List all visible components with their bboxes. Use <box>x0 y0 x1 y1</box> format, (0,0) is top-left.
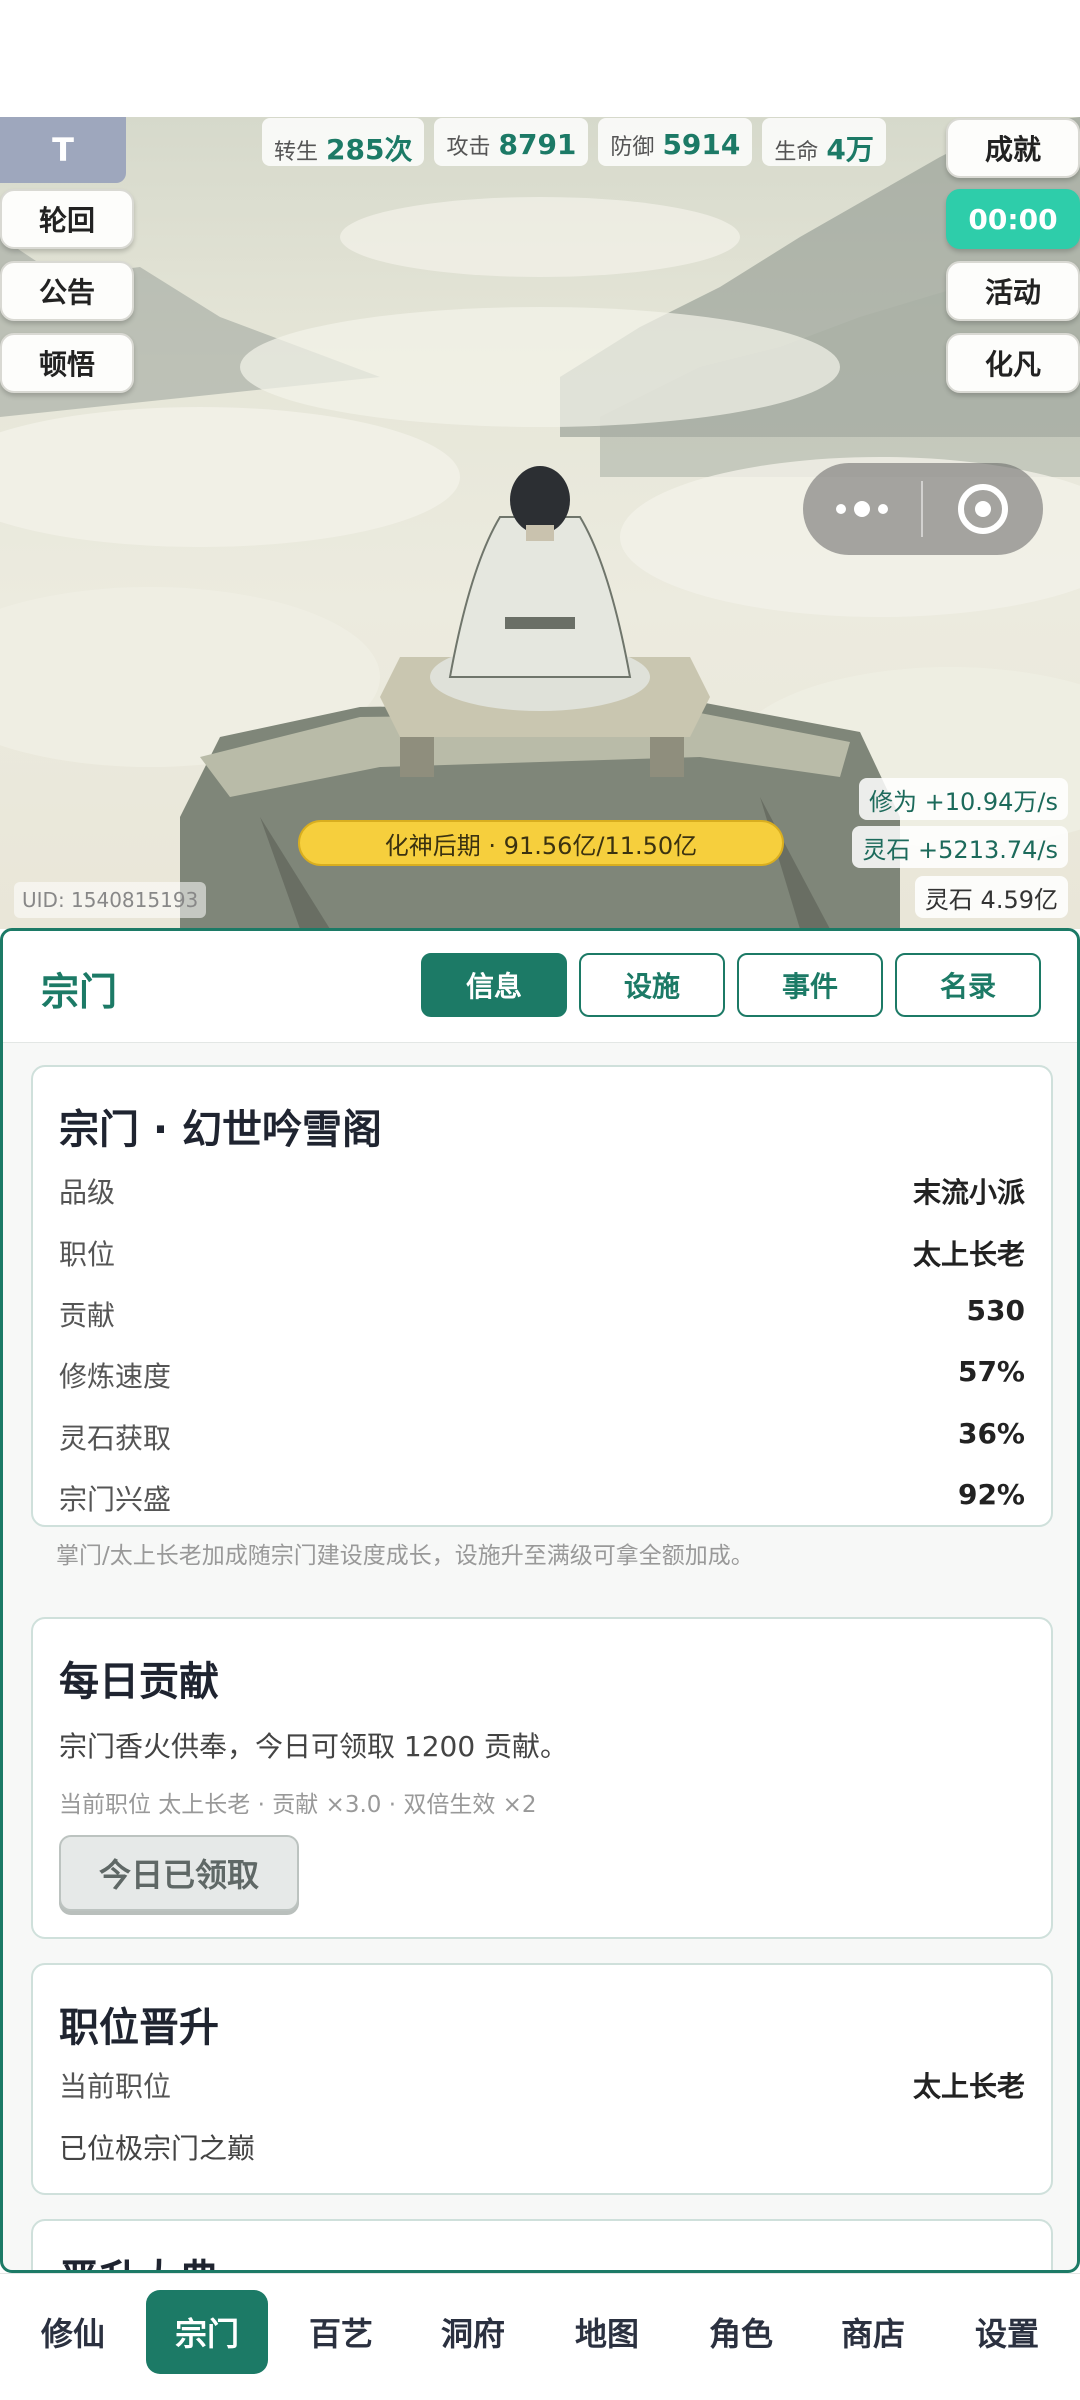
promotion-card: 职位晋升 当前职位 太上长老 已位极宗门之巅 <box>31 1963 1053 2195</box>
ceremony-heading: 晋升大典 <box>59 2247 219 2270</box>
daily-note: 当前职位 太上长老 · 贡献 ×3.0 · 双倍生效 ×2 <box>59 1792 537 1818</box>
panel-title: 宗门 <box>41 970 118 1014</box>
row-value: 太上长老 <box>912 2070 1025 2103</box>
nav-shop[interactable]: 商店 <box>812 2290 934 2374</box>
stat-label: 转生 <box>274 140 319 165</box>
row-key: 当前职位 <box>59 2070 172 2103</box>
tab-events[interactable]: 事件 <box>737 953 883 1017</box>
miniprogram-capsule <box>803 463 1043 555</box>
promotion-status: 已位极宗门之巅 <box>59 2132 256 2165</box>
tab-info[interactable]: 信息 <box>421 953 567 1017</box>
stat-value: 8791 <box>498 128 577 161</box>
sect-name-heading: 宗门 · 幻世吟雪阁 <box>59 1107 383 1153</box>
info-row: 灵石获取 36% <box>59 1417 1025 1457</box>
mortal-button[interactable]: 化凡 <box>946 333 1080 393</box>
nav-cave[interactable]: 洞府 <box>412 2290 534 2374</box>
more-menu-icon[interactable] <box>803 501 921 517</box>
sect-info-card: 宗门 · 幻世吟雪阁 品级 末流小派 职位 太上长老 贡献 530 修炼速度 5… <box>31 1065 1053 1527</box>
activity-button[interactable]: 活动 <box>946 261 1080 321</box>
sect-panel: 宗门 信息 设施 事件 名录 宗门 · 幻世吟雪阁 品级 末流小派 职位 太上长… <box>0 928 1080 2273</box>
info-row: 修炼速度 57% <box>59 1355 1025 1395</box>
row-value: 36% <box>957 1417 1025 1450</box>
stat-hp: 生命 4万 <box>762 118 886 166</box>
promotion-heading: 职位晋升 <box>59 2005 219 2051</box>
t-button[interactable]: T <box>0 117 126 183</box>
claim-button[interactable]: 今日已领取 <box>59 1835 299 1911</box>
stat-label: 攻击 <box>446 135 491 160</box>
row-value: 太上长老 <box>912 1238 1025 1271</box>
realm-progress-bar: 化神后期 · 91.56亿/11.50亿 <box>298 820 784 866</box>
stat-rebirth: 转生 285次 <box>262 118 425 166</box>
panel-tabs: 信息 设施 事件 名录 <box>421 953 1041 1017</box>
nav-map[interactable]: 地图 <box>546 2290 668 2374</box>
row-key: 灵石获取 <box>59 1422 172 1455</box>
ceremony-card: 晋升大典 <box>31 2219 1053 2270</box>
achievement-button[interactable]: 成就 <box>946 118 1080 178</box>
nav-settings[interactable]: 设置 <box>946 2290 1068 2374</box>
daily-description: 宗门香火供奉，今日可领取 1200 贡献。 <box>59 1730 569 1763</box>
info-row: 品级 末流小派 <box>59 1171 1025 1211</box>
sect-bonus-note: 掌门/太上长老加成随宗门建设度成长，设施升至满级可拿全额加成。 <box>56 1543 754 1569</box>
info-row: 贡献 530 <box>59 1294 1025 1334</box>
info-row: 职位 太上长老 <box>59 1233 1025 1273</box>
bottom-nav: 修仙 宗门 百艺 洞府 地图 角色 商店 设置 <box>0 2273 1080 2400</box>
nav-crafts[interactable]: 百艺 <box>280 2290 402 2374</box>
nav-cultivate[interactable]: 修仙 <box>12 2290 134 2374</box>
stat-label: 防御 <box>610 135 655 160</box>
reincarnation-button[interactable]: 轮回 <box>0 189 134 249</box>
current-position-row: 当前职位 太上长老 <box>59 2065 1025 2105</box>
app-root: { "stats": [ {"label": "转生", "value": "2… <box>0 0 1080 2400</box>
panel-header: 宗门 信息 设施 事件 名录 <box>3 931 1077 1043</box>
daily-heading: 每日贡献 <box>59 1659 219 1705</box>
nav-character[interactable]: 角色 <box>680 2290 802 2374</box>
row-key: 修炼速度 <box>59 1360 172 1393</box>
daily-contribution-card: 每日贡献 宗门香火供奉，今日可领取 1200 贡献。 当前职位 太上长老 · 贡… <box>31 1617 1053 1939</box>
row-value: 57% <box>957 1355 1025 1388</box>
stat-defense: 防御 5914 <box>598 118 753 166</box>
enlightenment-button[interactable]: 顿悟 <box>0 333 134 393</box>
nav-sect[interactable]: 宗门 <box>146 2290 268 2374</box>
row-value: 530 <box>966 1294 1025 1327</box>
row-key: 宗门兴盛 <box>59 1483 172 1516</box>
row-key: 贡献 <box>59 1299 116 1332</box>
row-key: 品级 <box>59 1176 116 1209</box>
stat-value: 285次 <box>326 133 413 166</box>
row-value: 末流小派 <box>912 1176 1025 1209</box>
stat-attack: 攻击 8791 <box>434 118 589 166</box>
cultivation-rate: 修为 +10.94万/s <box>858 778 1068 820</box>
tab-facilities[interactable]: 设施 <box>579 953 725 1017</box>
row-value: 92% <box>957 1478 1025 1511</box>
spirit-stone-total: 灵石 4.59亿 <box>914 876 1068 918</box>
user-id: UID: 1540815193 <box>14 882 207 918</box>
spirit-stone-rate: 灵石 +5213.74/s <box>852 826 1068 868</box>
tab-roster[interactable]: 名录 <box>895 953 1041 1017</box>
timer-button[interactable]: 00:00 <box>946 189 1080 249</box>
info-row: 宗门兴盛 92% <box>59 1478 1025 1518</box>
announcement-button[interactable]: 公告 <box>0 261 134 321</box>
player-stats-bar: 转生 285次 攻击 8791 防御 5914 生命 4万 <box>262 118 886 168</box>
stat-value: 4万 <box>826 133 874 166</box>
row-key: 职位 <box>59 1238 116 1271</box>
close-miniprogram-icon[interactable] <box>923 484 1043 534</box>
stat-value: 5914 <box>662 128 741 161</box>
stat-label: 生命 <box>774 140 819 165</box>
